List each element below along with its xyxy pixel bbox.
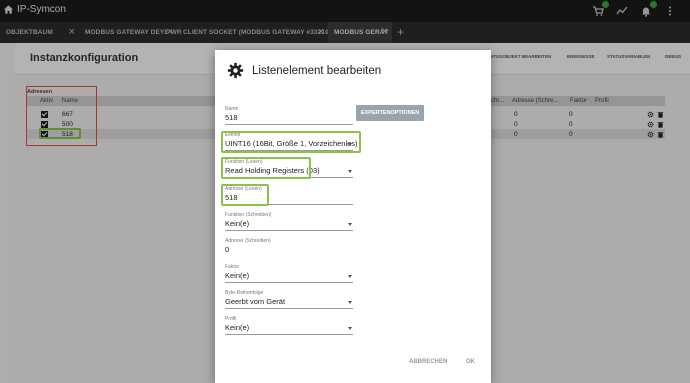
name-value[interactable]: 518	[225, 113, 353, 123]
chevron-down-icon[interactable]	[348, 275, 352, 278]
underline	[225, 334, 353, 335]
edit-list-element-dialog: Listenelement bearbeiten Name 518 EXPERT…	[215, 50, 491, 383]
annotation-green-box	[221, 184, 269, 206]
chevron-down-icon[interactable]	[348, 223, 352, 226]
name-field[interactable]: Name 518	[225, 106, 353, 125]
byte-reihenfolge-value[interactable]: Geerbt vom Gerät	[225, 297, 353, 307]
profil-label: Profil	[225, 316, 237, 322]
dialog-title: Listenelement bearbeiten	[252, 64, 382, 77]
annotation-green-box	[221, 157, 311, 179]
underline	[225, 282, 353, 283]
chevron-down-icon[interactable]	[348, 170, 352, 173]
byte-reihenfolge-select[interactable]: Byte-Reihenfolge Geerbt vom Gerät	[225, 290, 353, 309]
underline	[225, 124, 353, 125]
expert-options-button[interactable]: EXPERTENOPTIONEN	[356, 105, 424, 121]
dialog-header: Listenelement bearbeiten	[227, 62, 381, 79]
byte-reihenfolge-label: Byte-Reihenfolge	[225, 290, 264, 296]
profil-value[interactable]: Kein(e)	[225, 323, 353, 333]
chevron-down-icon[interactable]	[348, 301, 352, 304]
adresse-schreiben-field[interactable]: Adresse (Schreiben) 0	[225, 238, 353, 255]
chevron-down-icon[interactable]	[348, 327, 352, 330]
cancel-button[interactable]: ABBRECHEN	[409, 359, 447, 365]
faktor-label: Faktor	[225, 264, 240, 270]
name-label: Name	[225, 106, 239, 112]
faktor-value[interactable]: Kein(e)	[225, 271, 353, 281]
annotation-green-box	[221, 131, 361, 153]
funktion-schreiben-select[interactable]: Funktion (Schreiben) Kein(e)	[225, 212, 353, 231]
ok-button[interactable]: OK	[466, 359, 475, 365]
gear-icon	[227, 62, 244, 79]
faktor-select[interactable]: Faktor Kein(e)	[225, 264, 353, 283]
underline	[225, 308, 353, 309]
profil-select[interactable]: Profil Kein(e)	[225, 316, 353, 335]
funktion-schreiben-value[interactable]: Kein(e)	[225, 219, 353, 229]
underline	[225, 230, 353, 231]
adresse-schreiben-label: Adresse (Schreiben)	[225, 238, 271, 244]
funktion-schreiben-label: Funktion (Schreiben)	[225, 212, 272, 218]
adresse-schreiben-value[interactable]: 0	[225, 245, 353, 255]
